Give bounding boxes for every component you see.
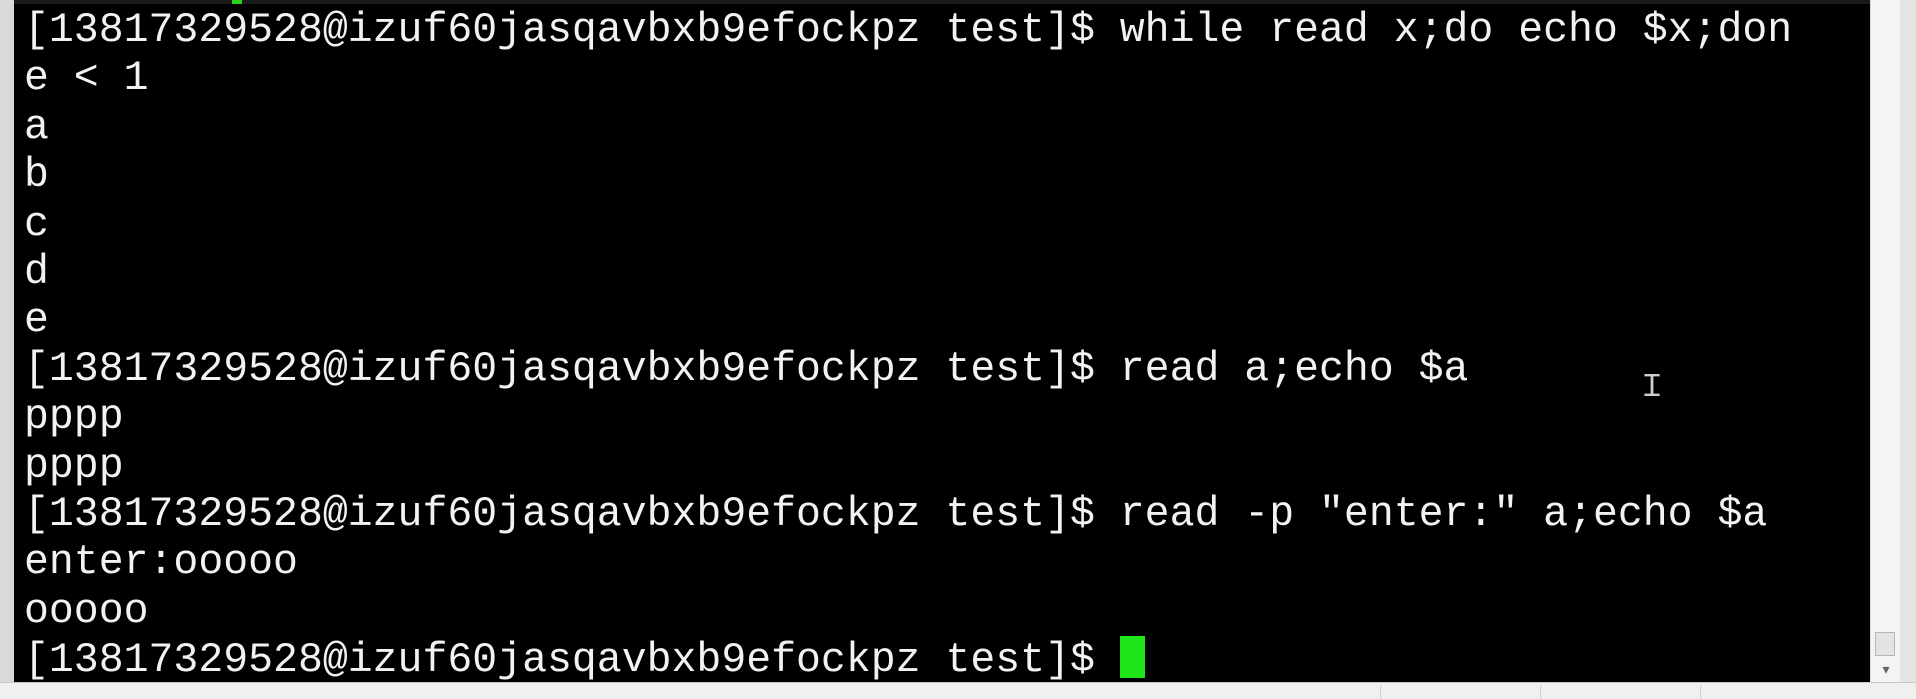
terminal-line: e < 1: [24, 55, 149, 103]
status-bar: [0, 682, 1916, 699]
top-scrolled-line: [14, 0, 1870, 4]
vertical-scrollbar[interactable]: ▾: [1870, 0, 1901, 682]
terminal-line: enter:ooooo: [24, 539, 298, 587]
terminal-line: a: [24, 103, 49, 151]
terminal-line: [13817329528@izuf60jasqavbxb9efockpz tes…: [24, 345, 1469, 393]
terminal-line: [13817329528@izuf60jasqavbxb9efockpz tes…: [24, 490, 1768, 538]
partial-green-text: [232, 0, 242, 4]
terminal-line: ooooo: [24, 587, 149, 635]
terminal-window: [13817329528@izuf60jasqavbxb9efockpz tes…: [0, 0, 1916, 699]
scrollbar-thumb[interactable]: [1875, 632, 1895, 656]
status-divider: [1700, 685, 1701, 699]
terminal-prompt: [13817329528@izuf60jasqavbxb9efockpz tes…: [24, 637, 1120, 682]
terminal-line: e: [24, 297, 49, 345]
text-cursor: [1119, 636, 1145, 679]
terminal-line: [13817329528@izuf60jasqavbxb9efockpz tes…: [24, 7, 1793, 54]
window-right-edge: [1900, 0, 1916, 698]
terminal-prompt-line[interactable]: [13817329528@izuf60jasqavbxb9efockpz tes…: [24, 636, 1792, 682]
terminal-output: [13817329528@izuf60jasqavbxb9efockpz tes…: [24, 7, 1792, 682]
terminal-line: d: [24, 248, 49, 296]
status-divider: [1540, 685, 1541, 699]
terminal-line: pppp: [24, 442, 124, 490]
ibeam-cursor-icon: Ｉ: [1637, 369, 1667, 404]
terminal-line: c: [24, 200, 49, 248]
terminal-line: b: [24, 152, 49, 200]
terminal-view[interactable]: [13817329528@izuf60jasqavbxb9efockpz tes…: [14, 0, 1870, 682]
terminal-line: pppp: [24, 394, 124, 442]
window-left-edge: [0, 0, 15, 682]
status-divider: [1380, 685, 1381, 699]
scroll-down-arrow-icon[interactable]: ▾: [1871, 660, 1901, 680]
